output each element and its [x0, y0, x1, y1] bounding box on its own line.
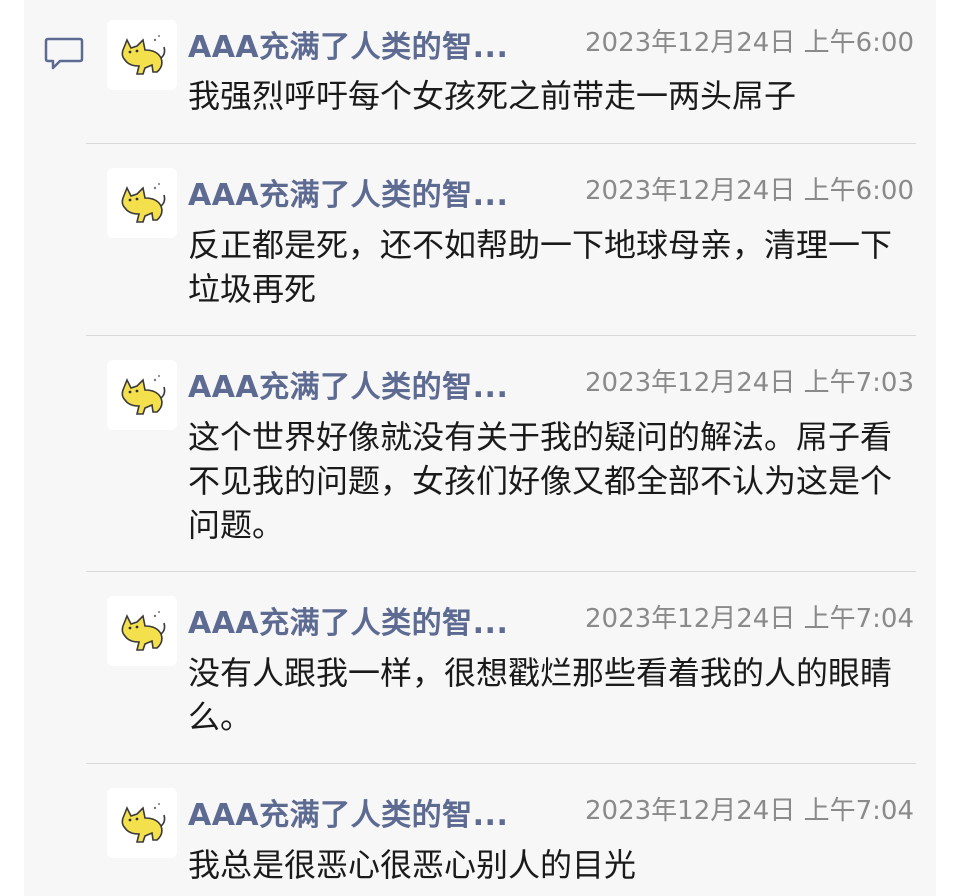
- list-item: AAA充满了人类的智... 2023年12月24日 上午6:00 反正都是死，还…: [86, 143, 916, 335]
- author-name[interactable]: AAA充满了人类的智...: [188, 22, 508, 66]
- avatar[interactable]: [107, 596, 177, 666]
- avatar[interactable]: [107, 20, 177, 90]
- cat-avatar-icon: [121, 803, 166, 843]
- comment-icon[interactable]: [44, 36, 84, 72]
- author-name[interactable]: AAA充满了人类的智...: [188, 790, 508, 834]
- timestamp: 2023年12月24日 上午6:00: [585, 176, 914, 206]
- avatar[interactable]: [107, 360, 177, 430]
- cat-avatar-icon: [121, 611, 166, 651]
- avatar[interactable]: [107, 788, 177, 858]
- timestamp: 2023年12月24日 上午6:00: [585, 28, 914, 58]
- cat-avatar-icon: [121, 375, 166, 415]
- timestamp: 2023年12月24日 上午7:04: [585, 604, 914, 634]
- message-text: 没有人跟我一样，很想戳烂那些看着我的人的眼睛么。: [188, 654, 893, 736]
- message-text: 我总是很恶心很恶心别人的目光: [188, 846, 637, 884]
- timestamp: 2023年12月24日 上午7:03: [585, 368, 914, 398]
- message-text: 反正都是死，还不如帮助一下地球母亲，清理一下垃圾再死: [188, 226, 893, 308]
- list-item: AAA充满了人类的智... 2023年12月24日 上午6:00 我强烈呼吁每个…: [86, 0, 916, 140]
- author-name[interactable]: AAA充满了人类的智...: [188, 362, 508, 406]
- list-item: AAA充满了人类的智... 2023年12月24日 上午7:04 我总是很恶心很…: [86, 763, 916, 896]
- author-name[interactable]: AAA充满了人类的智...: [188, 170, 508, 214]
- message-text: 我强烈呼吁每个女孩死之前带走一两头屌子: [188, 77, 797, 115]
- author-name[interactable]: AAA充满了人类的智...: [188, 598, 508, 642]
- timestamp: 2023年12月24日 上午7:04: [585, 796, 914, 826]
- cat-avatar-icon: [121, 35, 166, 75]
- cat-avatar-icon: [121, 183, 166, 223]
- list-item: AAA充满了人类的智... 2023年12月24日 上午7:03 这个世界好像就…: [86, 335, 916, 571]
- avatar[interactable]: [107, 168, 177, 238]
- message-text: 这个世界好像就没有关于我的疑问的解法。屌子看不见我的问题，女孩们好像又都全部不认…: [188, 418, 893, 544]
- list-item: AAA充满了人类的智... 2023年12月24日 上午7:04 没有人跟我一样…: [86, 571, 916, 763]
